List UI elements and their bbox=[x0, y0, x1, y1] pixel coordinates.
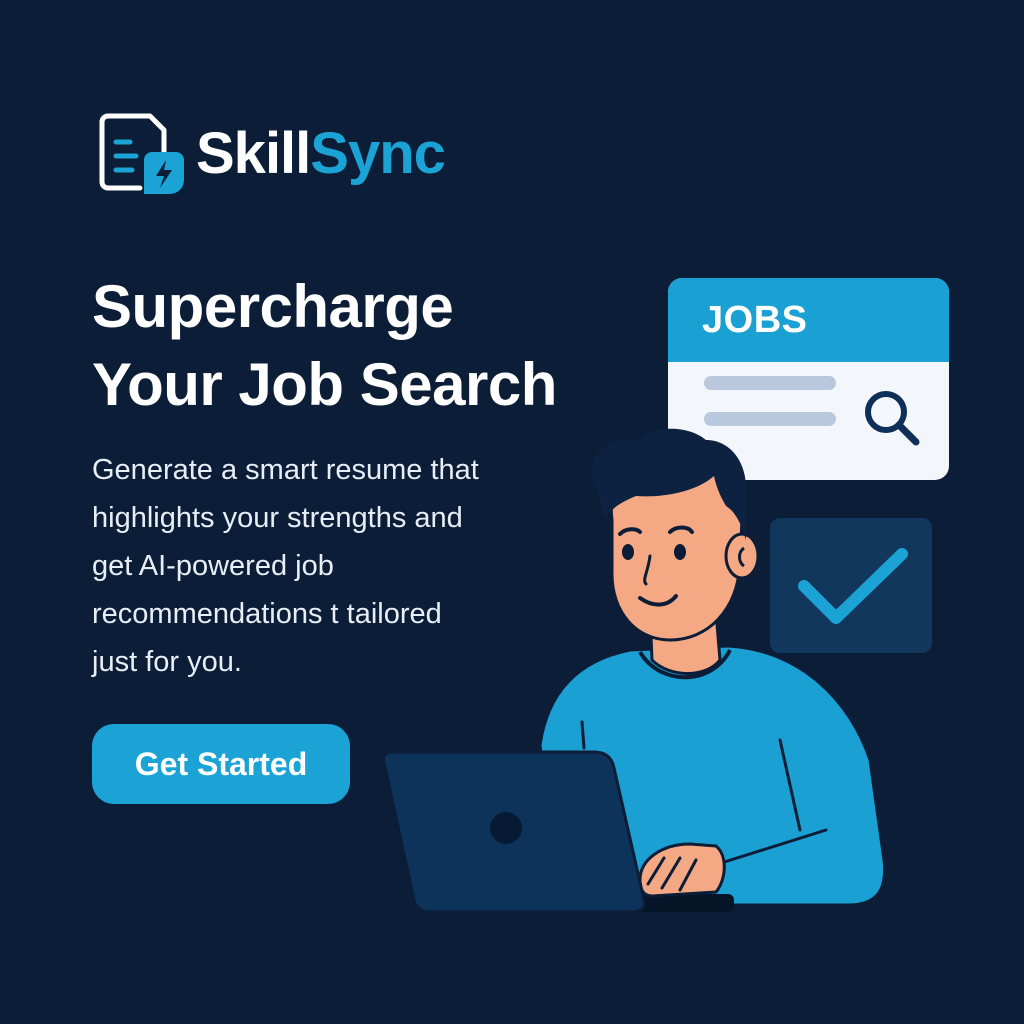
description-line: just for you. bbox=[92, 646, 242, 678]
search-icon bbox=[865, 391, 920, 446]
brand-name: SkillSync bbox=[196, 125, 446, 183]
laptop-logo bbox=[490, 812, 522, 844]
promo-page: SkillSync Supercharge Your Job Search Ge… bbox=[0, 0, 1024, 1024]
brand-name-part2: Sync bbox=[310, 121, 446, 186]
person-torso bbox=[538, 644, 887, 907]
placeholder-line bbox=[704, 376, 836, 390]
jobs-card-header: JOBS bbox=[668, 278, 949, 362]
get-started-button[interactable]: Get Started bbox=[92, 724, 350, 804]
document-bolt-icon bbox=[99, 113, 184, 194]
check-card bbox=[770, 518, 932, 653]
brand-logo[interactable]: SkillSync bbox=[96, 108, 446, 200]
description-line: Generate a smart resume that bbox=[92, 454, 479, 486]
jobs-card-title: JOBS bbox=[702, 298, 808, 341]
laptop-lid bbox=[382, 750, 646, 914]
hero-headline: Supercharge Your Job Search bbox=[92, 268, 557, 424]
laptop-base bbox=[600, 894, 734, 912]
headline-line-1: Supercharge bbox=[92, 273, 454, 340]
brand-name-part1: Skill bbox=[196, 121, 311, 186]
person-neck bbox=[648, 610, 722, 675]
checkmark-icon bbox=[798, 548, 908, 624]
placeholder-line bbox=[704, 412, 836, 426]
hero-description: Generate a smart resume that highlights … bbox=[92, 446, 562, 686]
person-ear bbox=[724, 532, 760, 580]
person-hand bbox=[638, 842, 726, 898]
description-line: get AI-powered job bbox=[92, 550, 334, 582]
description-line: highlights your strengths and bbox=[92, 502, 463, 534]
headline-line-2: Your Job Search bbox=[92, 351, 557, 418]
description-line: recommendations t tailored bbox=[92, 598, 442, 630]
jobs-card: JOBS bbox=[668, 278, 949, 480]
